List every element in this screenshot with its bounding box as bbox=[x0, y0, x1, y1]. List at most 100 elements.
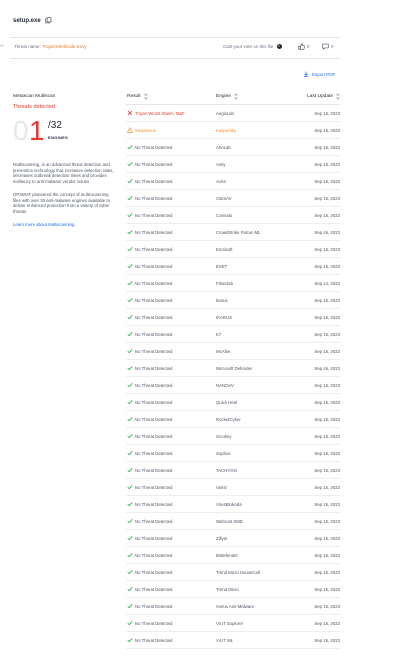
export-pdf-label: Export PDF bbox=[312, 71, 336, 77]
last-update-date: Sep 15, 2023 bbox=[314, 569, 340, 575]
table-row[interactable]: No Threat Detected Vir.IT ML Sep 15, 2023 bbox=[126, 632, 340, 649]
engine-name: McAfee bbox=[216, 348, 231, 354]
result-wrap: No Threat Detected bbox=[127, 501, 172, 507]
engine-name: ClamAV bbox=[216, 195, 232, 201]
table-row[interactable]: No Threat Detected Xvirus Anti-Malware Sep… bbox=[126, 598, 340, 615]
result-wrap: No Threat Detected bbox=[127, 586, 172, 592]
table-row[interactable]: Suspicious Kaspersky Sep 16, 2023 bbox=[126, 122, 340, 139]
table-row[interactable]: No Threat Detected TACHYON Sep 15, 2023 bbox=[126, 462, 340, 479]
last-update-date: Sep 15, 2023 bbox=[314, 467, 340, 473]
result-text: Suspicious bbox=[135, 127, 156, 133]
learn-more-link[interactable]: Learn more about Multiscanning. bbox=[13, 222, 117, 227]
engine-name: Ikarus bbox=[216, 297, 228, 303]
result-wrap: No Threat Detected bbox=[127, 416, 172, 422]
check-icon bbox=[127, 196, 133, 201]
check-icon bbox=[127, 604, 133, 609]
table-row[interactable]: No Threat Detected Zillya! Sep 15, 2023 bbox=[126, 530, 340, 547]
engine-name: AhnLab bbox=[216, 144, 231, 150]
last-update-date: Sep 16, 2023 bbox=[314, 110, 340, 116]
check-icon bbox=[127, 570, 133, 575]
column-header-result[interactable]: Result bbox=[126, 93, 216, 100]
column-header-last-update[interactable]: Last Update bbox=[292, 93, 340, 100]
table-row[interactable]: No Threat Detected Filseclab Sep 14, 2023 bbox=[126, 275, 340, 292]
last-update-date: Sep 15, 2023 bbox=[314, 501, 340, 507]
table-row[interactable]: No Threat Detected Antiy Sep 16, 2023 bbox=[126, 156, 340, 173]
engine-name: Emsisoft bbox=[216, 246, 233, 252]
table-row[interactable]: No Threat Detected Trend Micro Sep 15, 202… bbox=[126, 581, 340, 598]
column-header-engine[interactable]: Engine bbox=[216, 93, 292, 100]
sort-icon bbox=[336, 93, 340, 99]
copy-icon[interactable] bbox=[45, 17, 52, 24]
table-row[interactable]: No Threat Detected IKARUS Sep 16, 2023 bbox=[126, 309, 340, 326]
check-icon bbox=[127, 332, 133, 337]
result-cell: No Threat Detected bbox=[126, 144, 216, 150]
check-icon bbox=[127, 638, 133, 643]
check-icon bbox=[127, 383, 133, 388]
engine-name: AegisLab bbox=[216, 110, 234, 116]
result-cell: No Threat Detected bbox=[126, 280, 216, 286]
result-text: No Threat Detected bbox=[135, 314, 173, 320]
check-icon bbox=[127, 587, 133, 592]
table-row[interactable]: No Threat Detected VirusBlokAda Sep 15, 20… bbox=[126, 496, 340, 513]
result-wrap: No Threat Detected bbox=[127, 399, 172, 405]
multiscan-summary: Metascan Multiscan Threats detected 0 1 … bbox=[13, 94, 117, 227]
threat-name-value[interactable]: Trojan/Shellcode,Envy bbox=[42, 44, 87, 49]
result-cell: No Threat Detected bbox=[126, 484, 216, 490]
export-pdf-button[interactable]: Export PDF bbox=[303, 71, 335, 77]
table-row[interactable]: No Threat Detected CrowdStrike Falcon ML S… bbox=[126, 224, 340, 241]
table-row[interactable]: No Threat Detected Microsoft Defender Sep … bbox=[126, 360, 340, 377]
check-icon bbox=[127, 264, 133, 269]
table-row[interactable]: Trojan.Win32.Shelm.TaaF AegisLab Sep 16, 2… bbox=[126, 105, 340, 122]
engine-name: IKARUS bbox=[216, 314, 232, 320]
result-wrap: No Threat Detected bbox=[127, 314, 172, 320]
table-row[interactable]: No Threat Detected Webroot SMD Sep 15, 202… bbox=[126, 513, 340, 530]
table-row[interactable]: No Threat Detected Sophos Sep 16, 2023 bbox=[126, 445, 340, 462]
engine-name: Scrutiny bbox=[216, 433, 232, 439]
table-row[interactable]: No Threat Detected Comodo Sep 15, 2023 bbox=[126, 207, 340, 224]
table-row[interactable]: No Threat Detected RocketCyber Sep 15, 202… bbox=[126, 411, 340, 428]
engine-name: Webroot SMD bbox=[216, 518, 243, 524]
check-icon bbox=[127, 366, 133, 371]
threat-name: Threat name: Trojan/Shellcode,Envy bbox=[14, 44, 87, 49]
last-update-date: Sep 16, 2023 bbox=[314, 144, 340, 150]
table-row[interactable]: No Threat Detected Vir.IT Explorer Sep 15,… bbox=[126, 615, 340, 632]
result-text: No Threat Detected bbox=[135, 535, 173, 541]
result-wrap: No Threat Detected bbox=[127, 535, 172, 541]
check-icon bbox=[127, 281, 133, 286]
table-row[interactable]: No Threat Detected McAfee Sep 15, 2023 bbox=[126, 343, 340, 360]
table-row[interactable]: No Threat Detected Bitdefender Sep 16, 202… bbox=[126, 547, 340, 564]
table-row[interactable]: No Threat Detected AhnLab Sep 16, 2023 bbox=[126, 139, 340, 156]
table-row[interactable]: No Threat Detected K7 Sep 15, 2023 bbox=[126, 326, 340, 343]
last-update-date: Sep 16, 2023 bbox=[314, 552, 340, 558]
table-row[interactable]: No Threat Detected Avira Sep 16, 2023 bbox=[126, 173, 340, 190]
last-update-date: Sep 16, 2023 bbox=[314, 382, 340, 388]
result-cell: No Threat Detected bbox=[126, 399, 216, 405]
result-wrap: No Threat Detected bbox=[127, 569, 172, 575]
info-icon[interactable]: i bbox=[276, 44, 282, 49]
table-row[interactable]: No Threat Detected Quick Heal Sep 15, 2023 bbox=[126, 394, 340, 411]
result-text: No Threat Detected bbox=[135, 552, 173, 558]
vote-prompt: Cast your vote on this file i bbox=[223, 44, 282, 49]
table-row[interactable]: No Threat Detected Varist Sep 16, 2023 bbox=[126, 479, 340, 496]
table-row[interactable]: No Threat Detected Scrutiny Sep 16, 2023 bbox=[126, 428, 340, 445]
engine-name: CrowdStrike Falcon ML bbox=[216, 229, 261, 235]
table-row[interactable]: No Threat Detected Ikarus Sep 15, 2023 bbox=[126, 292, 340, 309]
table-row[interactable]: No Threat Detected ClamAV Sep 15, 2023 bbox=[126, 190, 340, 207]
table-row[interactable]: No Threat Detected Trend Micro HouseCall S… bbox=[126, 564, 340, 581]
table-row[interactable]: No Threat Detected Emsisoft Sep 16, 2023 bbox=[126, 241, 340, 258]
result-cell: No Threat Detected bbox=[126, 365, 216, 371]
last-update-date: Sep 15, 2023 bbox=[314, 603, 340, 609]
comment-button[interactable]: 0 bbox=[322, 43, 334, 50]
vote-up-button[interactable]: 0 bbox=[298, 43, 310, 50]
last-update-date: Sep 16, 2023 bbox=[314, 365, 340, 371]
result-wrap: No Threat Detected bbox=[127, 467, 172, 473]
result-wrap: No Threat Detected bbox=[127, 382, 172, 388]
last-update-date: Sep 15, 2023 bbox=[314, 620, 340, 626]
table-row[interactable]: No Threat Detected ESET Sep 16, 2023 bbox=[126, 258, 340, 275]
result-wrap: No Threat Detected bbox=[127, 365, 172, 371]
result-wrap: No Threat Detected bbox=[127, 433, 172, 439]
multiscan-status: Threats detected bbox=[13, 104, 55, 110]
table-header: Result Engine Last Update bbox=[126, 88, 340, 105]
last-update-date: Sep 16, 2023 bbox=[314, 484, 340, 490]
table-row[interactable]: No Threat Detected NANOAV Sep 16, 2023 bbox=[126, 377, 340, 394]
